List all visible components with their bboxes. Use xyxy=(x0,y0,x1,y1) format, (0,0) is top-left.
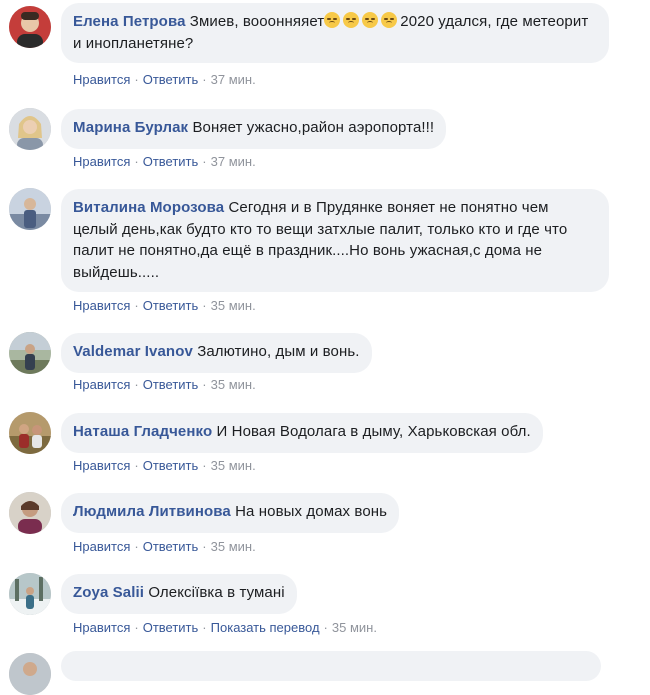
avatar[interactable] xyxy=(9,188,51,230)
reply-link[interactable]: Ответить xyxy=(143,154,199,169)
avatar[interactable] xyxy=(9,6,51,48)
comment-bubble: Zoya Salii Олексіївка в тумані xyxy=(61,574,297,614)
translate-link[interactable]: Показать перевод xyxy=(211,620,320,635)
separator: · xyxy=(202,620,207,635)
comment-author[interactable]: Наташа Гладченко xyxy=(73,423,212,440)
comment-author[interactable]: Елена Петрова xyxy=(73,13,186,30)
comment-author[interactable]: Zoya Salii xyxy=(73,584,144,601)
comment-author[interactable]: Valdemar Ivanov xyxy=(73,343,193,360)
comment-text: На новых домах вонь xyxy=(235,503,388,520)
comment-author[interactable]: Людмила Литвинова xyxy=(73,503,231,520)
comment-author[interactable]: Марина Бурлак xyxy=(73,119,188,136)
reply-link[interactable]: Ответить xyxy=(143,620,199,635)
comment-bubble: Наташа Гладченко И Новая Водолага в дыму… xyxy=(61,413,543,453)
comment-actions: Нравится · Ответить · 35 мин. xyxy=(73,458,256,474)
like-link[interactable]: Нравится xyxy=(73,377,130,392)
separator: · xyxy=(202,539,207,554)
separator: · xyxy=(134,154,139,169)
comment-bubble: Виталина Морозова Сегодня и в Прудянке в… xyxy=(61,189,609,292)
comment-time[interactable]: 35 мин. xyxy=(211,539,256,554)
comment-time[interactable]: 35 мин. xyxy=(211,377,256,392)
comment-actions: Нравится · Ответить · 35 мин. xyxy=(73,298,256,314)
comment-bubble: Людмила Литвинова На новых домах вонь xyxy=(61,493,400,533)
comment-time[interactable]: 35 мин. xyxy=(211,298,256,313)
reply-link[interactable]: Ответить xyxy=(143,72,199,87)
comment-time[interactable]: 37 мин. xyxy=(211,154,256,169)
disappointed-face-icon xyxy=(324,12,341,28)
comment-author[interactable]: Виталина Морозова xyxy=(73,199,224,216)
separator: · xyxy=(202,298,207,313)
like-link[interactable]: Нравится xyxy=(73,72,130,87)
separator: · xyxy=(134,620,139,635)
separator: · xyxy=(134,72,139,87)
comment-text: Воняет ужасно,район аэропорта!!! xyxy=(192,119,435,136)
separator: · xyxy=(134,458,139,473)
comment-actions: Нравится · Ответить · 37 мин. xyxy=(73,154,256,170)
comment-text: Змиев, вооонняяет xyxy=(189,13,325,30)
avatar[interactable] xyxy=(9,492,51,534)
disappointed-face-icon xyxy=(381,12,398,28)
comment-time[interactable]: 35 мин. xyxy=(332,620,377,635)
comment-text: И Новая Водолага в дыму, Харьковская обл… xyxy=(216,423,531,440)
comment-bubble: Елена Петрова Змиев, вооонняяет 2020 удал… xyxy=(61,3,609,63)
separator: · xyxy=(202,154,207,169)
separator: · xyxy=(323,620,328,635)
separator: · xyxy=(202,72,207,87)
comment-actions: Нравится · Ответить · Показать перевод · 35 ми… xyxy=(73,620,377,636)
reply-link[interactable]: Ответить xyxy=(143,458,199,473)
like-link[interactable]: Нравится xyxy=(73,620,130,635)
avatar[interactable] xyxy=(9,573,51,615)
reply-link[interactable]: Ответить xyxy=(143,539,199,554)
separator: · xyxy=(134,377,139,392)
comment-actions: Нравится · Ответить · 35 мин. xyxy=(73,539,256,555)
comment-actions: Нравится · Ответить · 37 мин. xyxy=(73,72,256,88)
like-link[interactable]: Нравится xyxy=(73,298,130,313)
comment-text: Залютино, дым и вонь. xyxy=(197,343,360,360)
comment-text: Олексіївка в тумані xyxy=(148,584,285,601)
comment-bubble xyxy=(61,651,601,681)
comment-bubble: Valdemar Ivanov Залютино, дым и вонь. xyxy=(61,333,372,373)
avatar[interactable] xyxy=(9,412,51,454)
like-link[interactable]: Нравится xyxy=(73,154,130,169)
reply-link[interactable]: Ответить xyxy=(143,377,199,392)
comment-actions: Нравится · Ответить · 35 мин. xyxy=(73,377,256,393)
like-link[interactable]: Нравится xyxy=(73,458,130,473)
separator: · xyxy=(134,539,139,554)
separator: · xyxy=(202,377,207,392)
separator: · xyxy=(134,298,139,313)
comment-time[interactable]: 35 мин. xyxy=(211,458,256,473)
avatar[interactable] xyxy=(9,653,51,695)
like-link[interactable]: Нравится xyxy=(73,539,130,554)
comment-bubble: Марина Бурлак Воняет ужасно,район аэропо… xyxy=(61,109,447,149)
avatar[interactable] xyxy=(9,332,51,374)
separator: · xyxy=(202,458,207,473)
disappointed-face-icon xyxy=(343,12,360,28)
disappointed-face-icon xyxy=(362,12,379,28)
reply-link[interactable]: Ответить xyxy=(143,298,199,313)
comment-time[interactable]: 37 мин. xyxy=(211,72,256,87)
avatar[interactable] xyxy=(9,108,51,150)
